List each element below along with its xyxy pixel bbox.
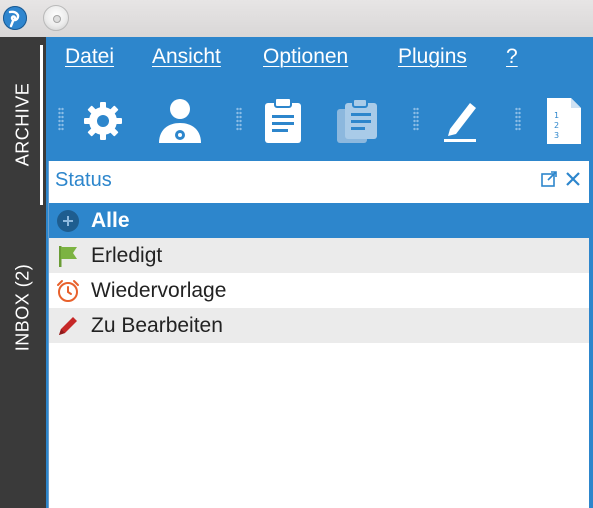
list-item-label: Zu Bearbeiten <box>91 313 223 337</box>
tab-archive-label: ARCHIVE <box>12 82 33 167</box>
detach-panel-button[interactable] <box>539 169 559 189</box>
close-panel-button[interactable] <box>563 169 583 189</box>
gear-icon <box>84 102 122 140</box>
toolbar-grip[interactable] <box>413 107 419 131</box>
clipboard-stack-button[interactable] <box>331 95 383 147</box>
red-pencil-icon <box>55 313 81 339</box>
list-item-alle[interactable]: Alle <box>49 203 589 238</box>
numbered-document-button[interactable]: 1 2 3 <box>537 95 589 147</box>
list-item-wiedervorlage[interactable]: Wiedervorlage <box>49 273 589 308</box>
external-link-icon <box>541 171 557 187</box>
menu-ansicht[interactable]: Ansicht <box>152 45 221 69</box>
menu-plugins[interactable]: Plugins <box>398 45 467 69</box>
tab-selected-indicator <box>40 45 43 205</box>
svg-text:1: 1 <box>554 111 559 120</box>
tab-inbox[interactable]: INBOX (2) <box>0 227 46 387</box>
list-item-label: Erledigt <box>91 243 163 267</box>
clipboard-button[interactable] <box>257 95 309 147</box>
app-logo-icon <box>3 6 27 30</box>
edit-button[interactable] <box>434 95 486 147</box>
main-panel: Datei Ansicht Optionen Plugins ? 1 2 3 S… <box>46 37 593 508</box>
title-bar <box>0 0 593 37</box>
toolbar-grip[interactable] <box>236 107 242 131</box>
svg-text:2: 2 <box>554 121 559 130</box>
status-panel: Status Alle Erledigt Wiedervorlage Zu Be… <box>48 161 589 508</box>
menu-datei[interactable]: Datei <box>65 45 114 69</box>
clipboard-stack-icon <box>337 98 377 143</box>
list-item-zu-bearbeiten[interactable]: Zu Bearbeiten <box>49 308 589 343</box>
green-flag-icon <box>55 243 81 269</box>
pencil-icon <box>444 103 476 142</box>
status-panel-title: Status <box>55 169 112 191</box>
user-settings-button[interactable] <box>154 95 206 147</box>
panel-actions <box>539 169 583 189</box>
svg-text:3: 3 <box>554 131 559 140</box>
close-icon <box>566 172 580 186</box>
settings-button[interactable] <box>77 95 129 147</box>
window-button[interactable] <box>43 5 69 31</box>
list-item-erledigt[interactable]: Erledigt <box>49 238 589 273</box>
toolbar: 1 2 3 <box>46 77 593 161</box>
tab-inbox-label: INBOX (2) <box>12 263 33 351</box>
numbered-document-icon: 1 2 3 <box>547 98 581 144</box>
user-settings-icon <box>159 99 201 143</box>
circle-icon <box>55 208 81 234</box>
menu-optionen[interactable]: Optionen <box>263 45 348 69</box>
alarm-clock-icon <box>55 278 81 304</box>
menu-bar: Datei Ansicht Optionen Plugins ? <box>46 37 593 77</box>
list-item-label: Wiedervorlage <box>91 278 227 302</box>
tab-archive[interactable]: ARCHIVE <box>0 37 46 212</box>
toolbar-grip[interactable] <box>58 107 64 131</box>
side-tab-strip: ARCHIVE INBOX (2) <box>0 37 46 508</box>
toolbar-grip[interactable] <box>515 107 521 131</box>
clipboard-icon <box>265 97 301 143</box>
menu-help[interactable]: ? <box>506 45 518 69</box>
status-list: Alle Erledigt Wiedervorlage Zu Bearbeite… <box>49 203 589 508</box>
list-item-label: Alle <box>91 208 130 232</box>
